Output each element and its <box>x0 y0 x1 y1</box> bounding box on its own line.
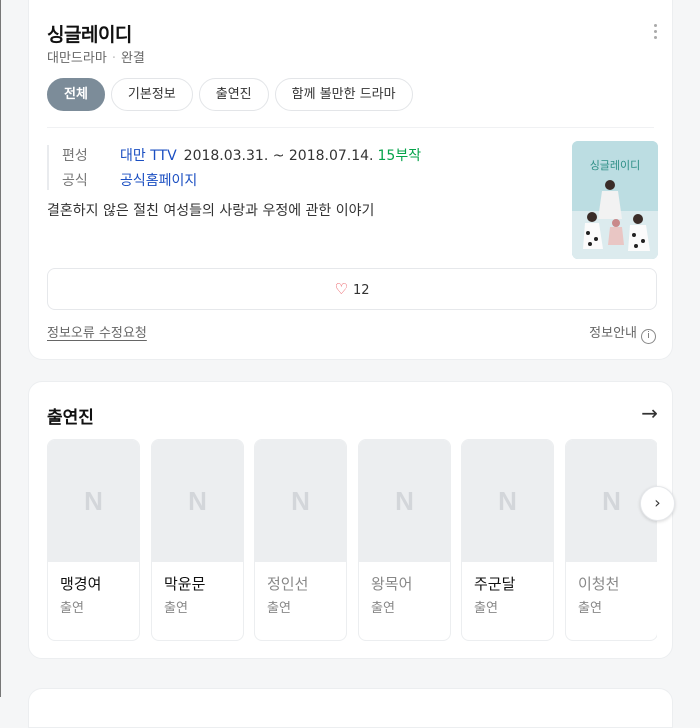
cast-item[interactable]: N 맹경여 출연 <box>47 439 140 641</box>
meta-separator: · <box>111 51 116 66</box>
tab-bar: 전체 기본정보 출연진 함께 볼만한 드라마 <box>47 78 413 111</box>
cast-role: 출연 <box>267 601 291 616</box>
drama-status: 완결 <box>120 51 145 66</box>
cast-name: 막윤문 <box>164 575 206 593</box>
cast-name: 이청천 <box>578 575 620 593</box>
cast-item[interactable]: N 막윤문 출연 <box>151 439 244 641</box>
cast-name: 왕목어 <box>371 575 413 593</box>
official-row: 공식 공식홈페이지 <box>62 170 197 190</box>
cast-item[interactable]: N 주군달 출연 <box>461 439 554 641</box>
broadcast-channel-link[interactable]: 대만 TTV <box>120 148 177 164</box>
window-edge <box>0 0 1 697</box>
cast-role: 출연 <box>578 601 602 616</box>
episode-count: 15부작 <box>377 148 422 164</box>
info-guide-label: 정보안내 <box>589 326 637 341</box>
profile-placeholder: N <box>462 440 553 562</box>
profile-placeholder: N <box>48 440 139 562</box>
drama-title[interactable]: 싱글레이디 <box>47 20 132 47</box>
profile-placeholder: N <box>359 440 450 562</box>
cast-role: 출연 <box>371 601 395 616</box>
cast-role: 출연 <box>474 601 498 616</box>
tab-cast[interactable]: 출연진 <box>198 78 269 111</box>
cast-item[interactable]: N 정인선 출연 <box>254 439 347 641</box>
cast-item[interactable]: N 이청천 출연 <box>565 439 657 641</box>
poster-title: 싱글레이디 <box>590 159 641 172</box>
report-error-link[interactable]: 정보오류 수정요청 <box>47 322 147 341</box>
tab-basic-info[interactable]: 기본정보 <box>110 78 193 111</box>
info-guide-button[interactable]: 정보안내 i <box>589 322 656 344</box>
drama-category: 대만드라마 <box>47 51 107 66</box>
next-section-card <box>28 688 673 728</box>
drama-info-card: 싱글레이디 대만드라마 · 완결 전체 기본정보 출연진 함께 볼만한 드라마 편성… <box>28 0 673 360</box>
cast-carousel: N 맹경여 출연 N 막윤문 출연 N 정인선 출연 N 왕목어 출연 N 주군… <box>47 439 657 641</box>
poster-artwork: 싱글레이디 <box>572 141 658 259</box>
official-label: 공식 <box>62 173 88 189</box>
info-icon: i <box>641 329 656 344</box>
tab-all[interactable]: 전체 <box>47 78 105 111</box>
chevron-right-icon[interactable]: › <box>640 486 675 521</box>
more-vertical-icon[interactable] <box>654 24 658 42</box>
heart-icon: ♡ <box>334 280 348 298</box>
broadcast-label: 편성 <box>62 148 88 164</box>
cast-item[interactable]: N 왕목어 출연 <box>358 439 451 641</box>
cast-section-title[interactable]: 출연진 <box>47 403 94 428</box>
tab-related-dramas[interactable]: 함께 볼만한 드라마 <box>274 78 413 111</box>
official-site-link[interactable]: 공식홈페이지 <box>120 173 197 189</box>
like-button[interactable]: ♡ 12 <box>47 268 657 310</box>
cast-name: 정인선 <box>267 575 309 593</box>
cast-name: 맹경여 <box>60 575 102 593</box>
broadcast-row: 편성 대만 TTV 2018.03.31. ~ 2018.07.14. 15부작 <box>62 145 421 165</box>
profile-placeholder: N <box>255 440 346 562</box>
cast-card: 출연진 → N 맹경여 출연 N 막윤문 출연 N 정인선 출연 N 왕목어 출… <box>28 381 675 659</box>
cast-role: 출연 <box>164 601 188 616</box>
arrow-right-icon[interactable]: → <box>641 401 658 425</box>
field-bar <box>47 145 49 190</box>
profile-placeholder: N <box>152 440 243 562</box>
broadcast-period: 2018.03.31. ~ 2018.07.14. <box>183 148 374 164</box>
drama-poster[interactable]: 싱글레이디 <box>572 141 658 259</box>
cast-name: 주군달 <box>474 575 516 593</box>
drama-description: 결혼하지 않은 절친 여성들의 사랑과 우정에 관한 이야기 <box>47 203 375 219</box>
drama-meta: 대만드라마 · 완결 <box>47 47 145 66</box>
cast-role: 출연 <box>60 601 84 616</box>
like-count: 12 <box>352 283 370 298</box>
divider <box>47 127 654 128</box>
